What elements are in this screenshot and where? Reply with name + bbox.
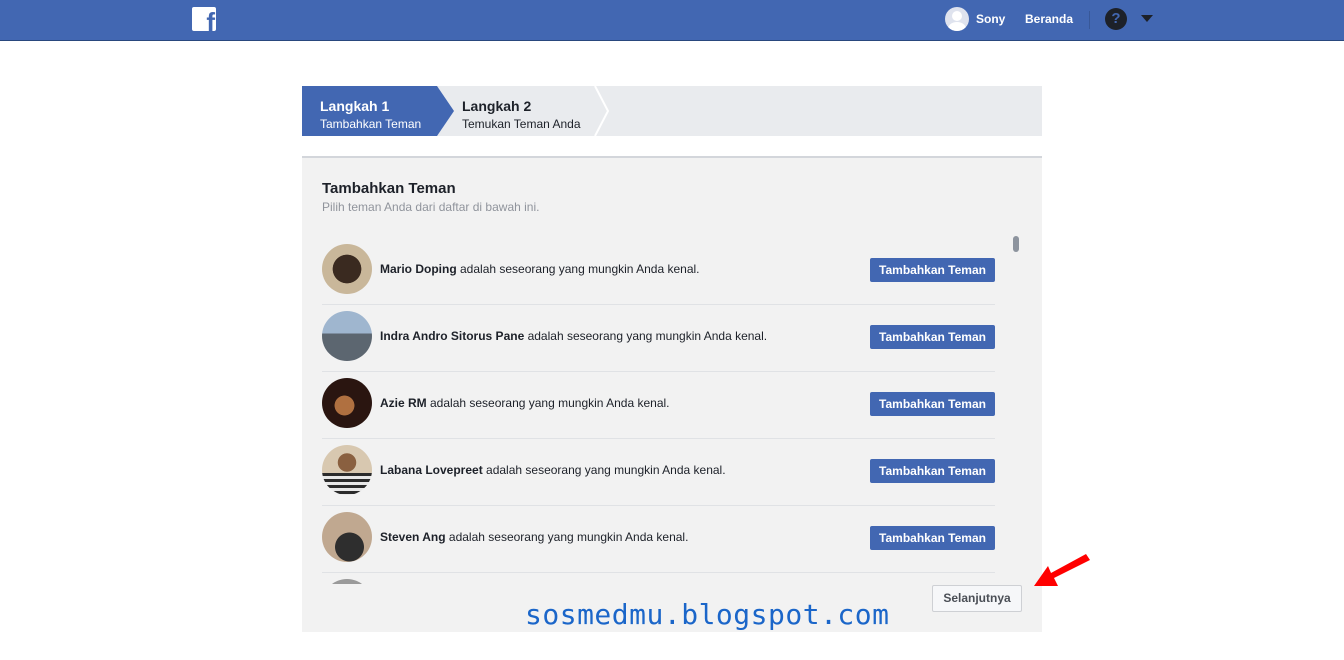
step-1-title: Langkah 1 xyxy=(320,98,390,114)
avatar[interactable] xyxy=(322,579,372,584)
suggestion-text: Mario Doping adalah seseorang yang mungk… xyxy=(380,262,700,276)
step-2-subtitle: Temukan Teman Anda xyxy=(462,117,581,131)
help-icon[interactable]: ? xyxy=(1105,8,1127,30)
suggestion-suffix: adalah seseorang yang mungkin Anda kenal… xyxy=(445,530,689,544)
panel-title: Tambahkan Teman xyxy=(322,180,456,197)
step-2-title: Langkah 2 xyxy=(462,98,532,114)
suggestion-suffix: adalah seseorang yang mungkin Anda kenal… xyxy=(524,329,768,343)
add-friend-button[interactable]: Tambahkan Teman xyxy=(870,392,995,416)
list-scrollbar[interactable] xyxy=(1008,236,1020,584)
add-friend-button[interactable]: Tambahkan Teman xyxy=(870,258,995,282)
add-friend-button[interactable]: Tambahkan Teman xyxy=(870,459,995,483)
suggestion-text: Azie RM adalah seseorang yang mungkin An… xyxy=(380,396,670,410)
avatar[interactable] xyxy=(322,378,372,428)
step-separator-icon xyxy=(594,86,610,136)
suggestion-suffix: adalah seseorang yang mungkin Anda kenal… xyxy=(426,396,670,410)
avatar[interactable] xyxy=(322,445,372,495)
avatar[interactable] xyxy=(322,244,372,294)
person-name[interactable]: Steven Ang xyxy=(380,530,446,544)
suggestion-text: Indra Andro Sitorus Pane adalah seseoran… xyxy=(380,329,767,343)
add-friends-panel: Tambahkan Teman Pilih teman Anda dari da… xyxy=(302,156,1042,632)
suggestion-suffix: adalah seseorang yang mungkin Anda kenal… xyxy=(482,463,726,477)
red-arrow-icon xyxy=(1034,554,1090,586)
person-name[interactable]: Labana Lovepreet xyxy=(380,463,483,477)
top-navigation-bar: f Sony Beranda ? xyxy=(0,0,1344,41)
suggestion-suffix: adalah seseorang yang mungkin Anda kenal… xyxy=(456,262,700,276)
list-scrollbar-thumb[interactable] xyxy=(1013,236,1019,252)
suggestion-text: Labana Lovepreet adalah seseorang yang m… xyxy=(380,463,726,477)
step-indicator: Langkah 1 Tambahkan Teman Langkah 2 Temu… xyxy=(302,86,1042,136)
avatar[interactable] xyxy=(322,311,372,361)
person-name[interactable]: Azie RM xyxy=(380,396,427,410)
panel-subtitle: Pilih teman Anda dari daftar di bawah in… xyxy=(322,200,540,214)
nav-divider xyxy=(1089,11,1090,29)
friend-suggestion-list[interactable]: Mario Doping adalah seseorang yang mungk… xyxy=(322,238,995,584)
list-item: Indra Andro Sitorus Pane adalah seseoran… xyxy=(322,305,995,372)
step-1-subtitle: Tambahkan Teman xyxy=(320,117,422,131)
list-item xyxy=(322,573,995,584)
list-item: Steven Ang adalah seseorang yang mungkin… xyxy=(322,506,995,573)
next-button[interactable]: Selanjutnya xyxy=(932,585,1022,612)
add-friend-button[interactable]: Tambahkan Teman xyxy=(870,325,995,349)
add-friend-button[interactable]: Tambahkan Teman xyxy=(870,526,995,550)
home-link[interactable]: Beranda xyxy=(1025,12,1073,26)
person-name[interactable]: Mario Doping xyxy=(380,262,457,276)
list-item: Mario Doping adalah seseorang yang mungk… xyxy=(322,238,995,305)
profile-avatar[interactable] xyxy=(945,7,969,31)
account-menu-caret-icon[interactable] xyxy=(1141,15,1153,22)
avatar[interactable] xyxy=(322,512,372,562)
watermark-text: sosmedmu.blogspot.com xyxy=(525,598,890,631)
suggestion-text: Steven Ang adalah seseorang yang mungkin… xyxy=(380,530,688,544)
facebook-logo-icon[interactable]: f xyxy=(192,7,216,31)
list-item: Azie RM adalah seseorang yang mungkin An… xyxy=(322,372,995,439)
list-item: Labana Lovepreet adalah seseorang yang m… xyxy=(322,439,995,506)
profile-name-link[interactable]: Sony xyxy=(976,12,1005,26)
person-name[interactable]: Indra Andro Sitorus Pane xyxy=(380,329,524,343)
